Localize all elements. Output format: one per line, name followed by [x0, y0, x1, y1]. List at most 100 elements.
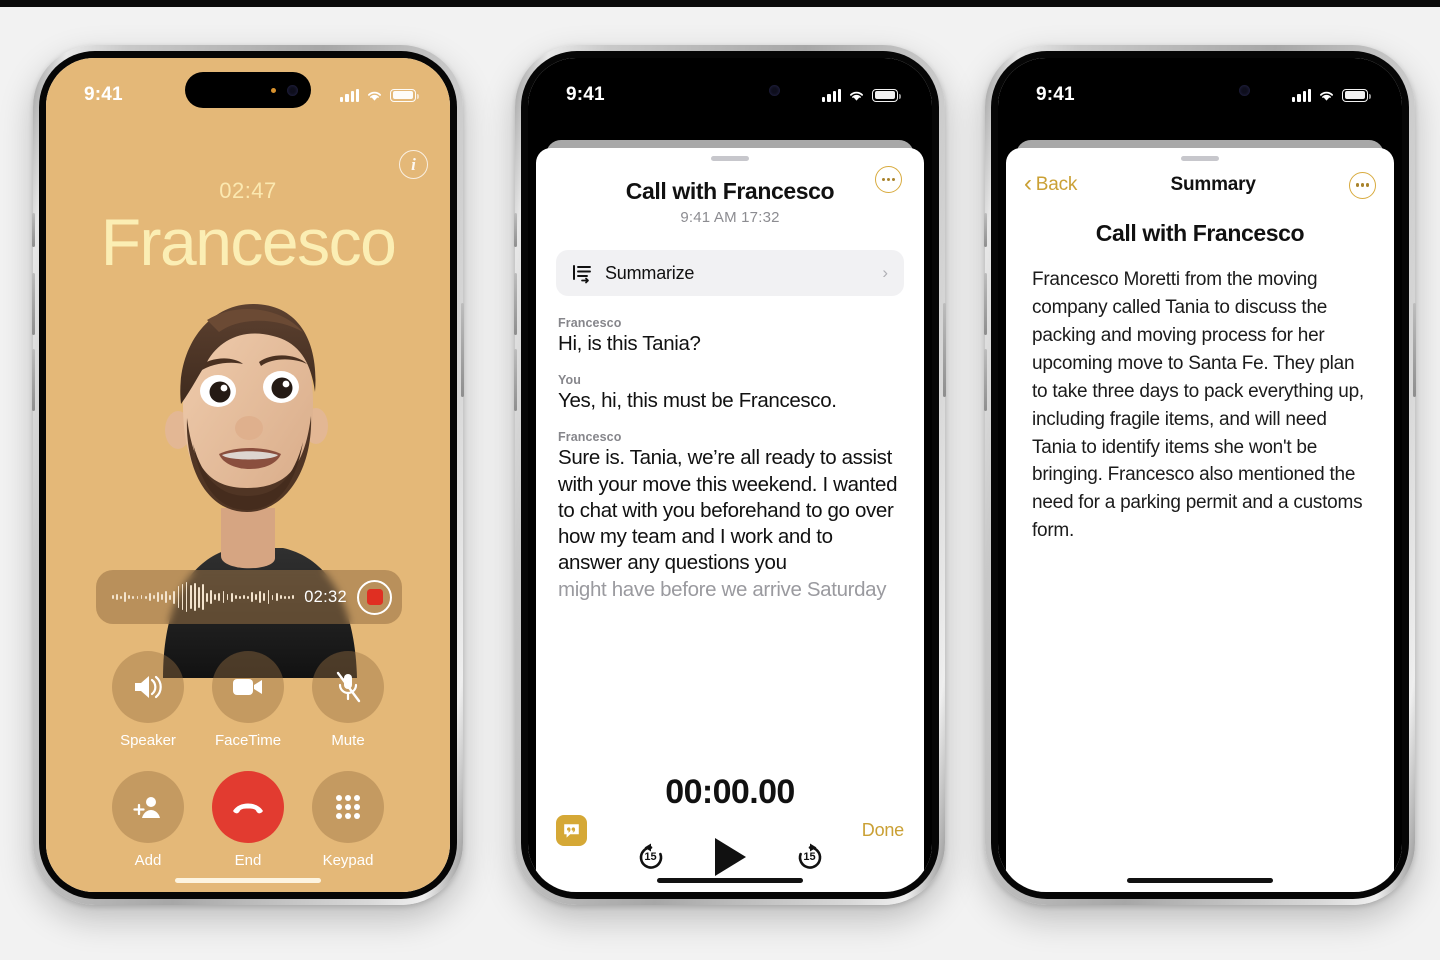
audio-waveform — [112, 580, 294, 614]
front-camera — [769, 84, 780, 96]
power-button[interactable] — [943, 303, 946, 397]
transcript-text: Yes, hi, this must be Francesco. — [558, 389, 837, 413]
volume-up-button[interactable] — [984, 273, 987, 335]
transcript-view: 9:41 Call with Francesco 9:41 AM 17:32 S… — [528, 58, 932, 892]
call-control-add[interactable]: Add — [98, 771, 198, 869]
summarize-row[interactable]: Summarize › — [556, 250, 904, 296]
done-button[interactable]: Done — [862, 820, 904, 841]
call-control-speaker[interactable]: Speaker — [98, 651, 198, 749]
transcript-quote-icon[interactable] — [556, 815, 587, 846]
front-camera — [287, 84, 298, 96]
call-control-label: Keypad — [322, 852, 374, 869]
volume-down-button[interactable] — [32, 349, 35, 411]
transcript-speaker: Francesco — [558, 316, 622, 330]
speaker-icon — [112, 651, 184, 723]
call-control-facetime[interactable]: FaceTime — [198, 651, 298, 749]
call-control-label: Mute — [331, 732, 365, 749]
home-indicator[interactable] — [657, 878, 803, 883]
nav-title: Summary — [1170, 174, 1256, 195]
power-button[interactable] — [1413, 303, 1416, 397]
signal-bars-icon — [340, 88, 359, 102]
signal-bars-icon — [1292, 88, 1311, 102]
page-title: Call with Francesco — [625, 178, 835, 204]
ellipsis-button — [875, 166, 902, 193]
transcript-list: Francesco Hi, is this Tania? You Yes, hi, t… — [558, 316, 902, 619]
sheet-grabber[interactable] — [711, 156, 749, 161]
sheet-grabber[interactable] — [1181, 156, 1219, 161]
transcript-text: Sure is. Tania, we’re all ready to assis… — [558, 446, 898, 575]
recording-indicator-dot — [271, 87, 276, 93]
volume-up-button[interactable] — [514, 273, 517, 335]
dynamic-island — [185, 72, 311, 108]
battery-full-icon — [390, 88, 419, 102]
call-control-keypad[interactable]: Keypad — [298, 771, 398, 869]
playback-time: 00:00.00 — [665, 773, 795, 811]
front-camera — [1239, 84, 1250, 96]
volume-up-button[interactable] — [32, 273, 35, 335]
wifi-icon — [368, 91, 381, 101]
caller-name: Francesco — [100, 205, 397, 279]
status-icons — [340, 88, 419, 102]
transcript-speaker: You — [558, 373, 581, 388]
summary-navbar: ‹ Back Summary — [1006, 170, 1394, 200]
call-control-label: Add — [134, 852, 162, 869]
back-label: Back — [1035, 174, 1078, 195]
call-control-mute[interactable]: Mute — [298, 651, 398, 749]
summary-sheet: ‹ Back Summary Call with Francesco Franc… — [1006, 148, 1394, 892]
call-control-label: End — [234, 852, 262, 869]
summarize-label: Summarize — [605, 262, 695, 283]
call-control-label: FaceTime — [214, 732, 282, 749]
transcript-text: Hi, is this Tania? — [558, 332, 701, 355]
battery-full-icon — [872, 88, 901, 102]
back-button[interactable]: ‹ Back — [1024, 170, 1078, 197]
transcript-toolbar: Done — [556, 815, 904, 846]
status-icons — [822, 88, 901, 102]
volume-down-button[interactable] — [984, 349, 987, 411]
chevron-right-icon: › — [882, 263, 888, 282]
mic-off-icon — [312, 651, 384, 723]
home-indicator[interactable] — [175, 878, 321, 883]
mute-switch[interactable] — [984, 213, 987, 247]
wifi-icon — [1320, 91, 1333, 101]
volume-down-button[interactable] — [514, 349, 517, 411]
chevron-left-icon: ‹ — [1024, 170, 1032, 197]
battery-full-icon — [1342, 88, 1371, 102]
signal-bars-icon — [822, 88, 841, 102]
stop-record-button[interactable] — [357, 579, 392, 615]
call-control-end[interactable]: End — [198, 771, 298, 869]
transcript-sheet: Call with Francesco 9:41 AM 17:32 Summar… — [536, 148, 924, 892]
call-info-button[interactable]: i — [399, 150, 428, 179]
summary-body-text: Francesco Moretti from the moving compan… — [1032, 269, 1364, 542]
ellipsis-button[interactable] — [1348, 171, 1376, 199]
summary-view: 9:41 ‹ Back Summary Call with Francesco … — [998, 58, 1402, 892]
call-recording-bar[interactable]: 02:32 — [96, 570, 402, 624]
summarize-icon — [573, 264, 591, 283]
more-options-button[interactable] — [875, 166, 902, 193]
phone-screen: 9:41 — [46, 58, 450, 892]
phone-call-screen: 9:41 i 02:47 Francesco 02:32 Speaker Fac… — [32, 45, 464, 905]
transcript-utterance: Francesco Sure is. Tania, we’re all ready… — [558, 430, 902, 576]
home-indicator[interactable] — [1127, 878, 1273, 883]
transcript-utterance: You Yes, hi, this must be Francesco. — [558, 373, 902, 414]
call-control-label: Speaker — [120, 732, 176, 749]
phone-showcase: 9:41 i 02:47 Francesco 02:32 Speaker Fac… — [0, 0, 1440, 960]
phone-screen: 9:41 — [998, 58, 1402, 892]
transcript-utterance: Francesco Hi, is this Tania? — [558, 316, 902, 357]
transcript-header: Call with Francesco 9:41 AM 17:32 — [536, 178, 924, 226]
add-person-icon — [112, 771, 184, 843]
transcript-text: might have before we arrive Saturday — [558, 577, 887, 601]
wifi-icon — [850, 91, 863, 101]
call-meta: 9:41 AM 17:32 — [680, 209, 780, 226]
dynamic-island — [1137, 72, 1263, 108]
summary-heading: Call with Francesco — [1095, 220, 1305, 246]
transcript-speaker: Francesco — [558, 430, 622, 445]
transcript-utterance: might have before we arrive Saturday — [558, 577, 902, 603]
status-icons — [1292, 88, 1371, 102]
phone-summary-screen: 9:41 ‹ Back Summary Call with Francesco … — [984, 45, 1416, 905]
status-time: 9:41 — [84, 84, 123, 105]
status-time: 9:41 — [566, 84, 605, 105]
mute-switch[interactable] — [514, 213, 517, 247]
mute-switch[interactable] — [32, 213, 35, 247]
recording-duration: 02:32 — [304, 587, 347, 606]
power-button[interactable] — [461, 303, 464, 397]
